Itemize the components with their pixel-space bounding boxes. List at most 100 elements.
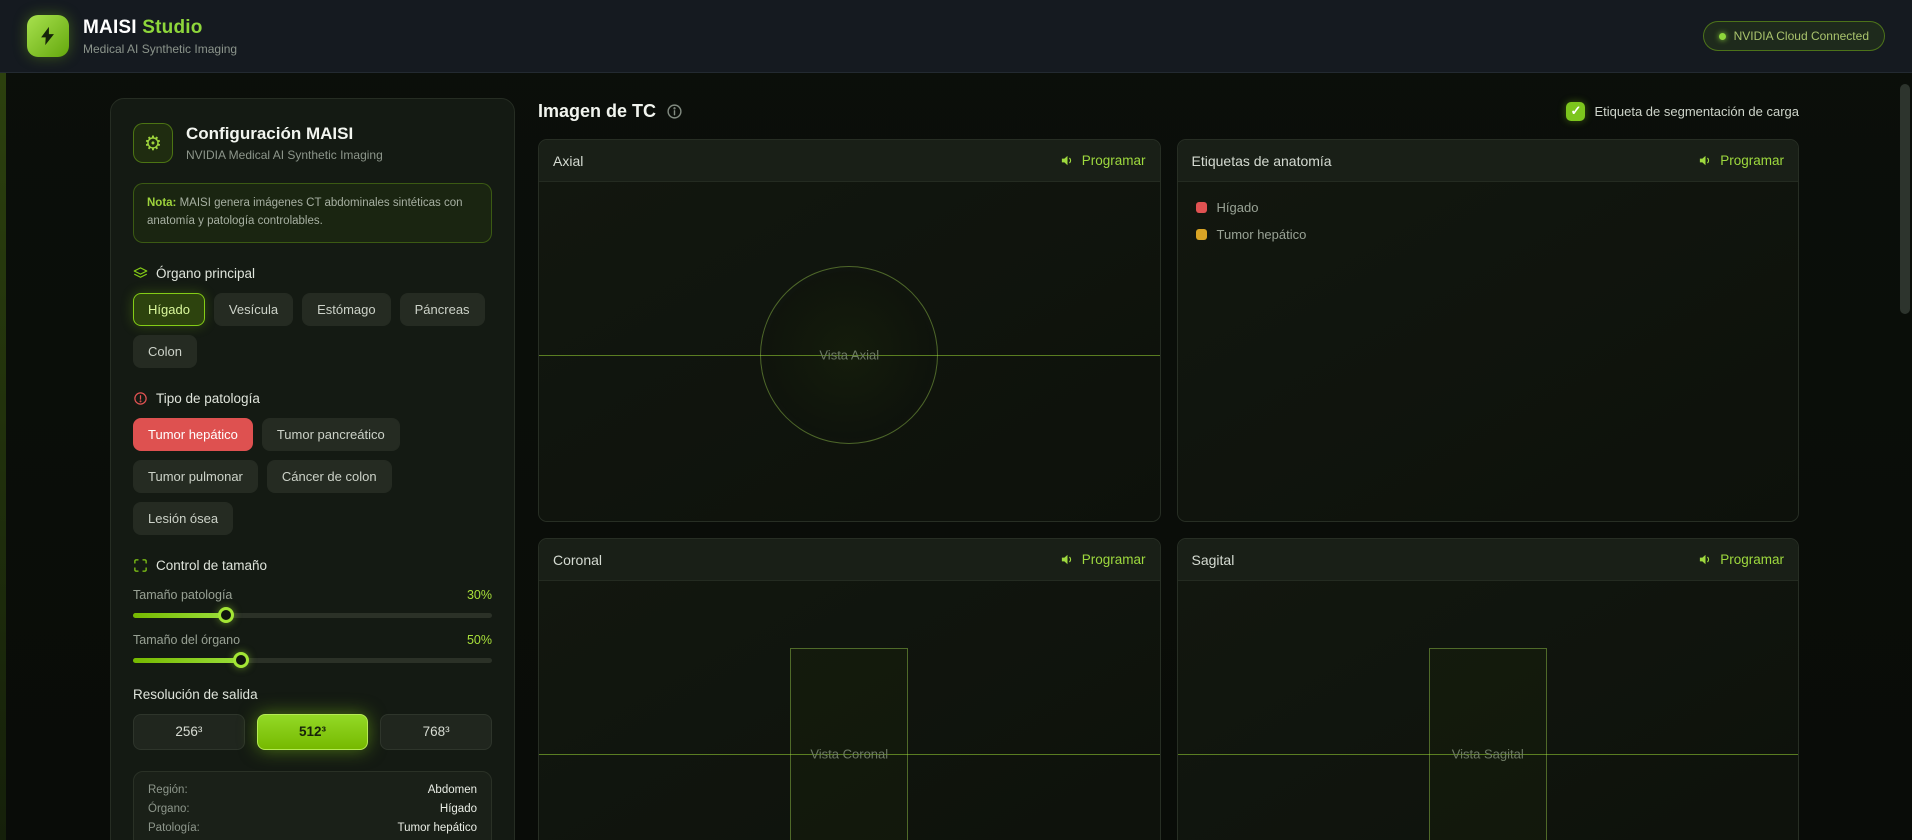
organ-chip-estomago[interactable]: Estómago — [302, 292, 391, 326]
axial-program-button[interactable]: Programar — [1060, 153, 1146, 168]
anatomy-labels-panel-header: Etiquetas de anatomía Programar — [1177, 140, 1798, 182]
bolt-icon — [41, 26, 54, 46]
summary-row-organ: Órgano: Hígado — [148, 803, 477, 815]
pathology-chip-tumor-pulmonar[interactable]: Tumor pulmonar — [133, 459, 258, 493]
pathology-section-label: Tipo de patología — [133, 391, 492, 406]
legend-swatch-liver — [1195, 202, 1207, 213]
organ-chip-colon[interactable]: Colon — [133, 334, 197, 368]
legend-label: Hígado — [1216, 200, 1259, 215]
resize-icon — [134, 558, 147, 572]
gear-icon: ⚙ — [133, 123, 173, 163]
organ-section-label: Órgano principal — [133, 266, 492, 281]
organ-chip-higado[interactable]: Hígado — [133, 292, 205, 326]
organ-size-control: Tamaño del órgano 50% — [133, 632, 492, 669]
anatomy-labels-viewport: Hígado Tumor hepático — [1177, 182, 1799, 521]
legend-item-liver: Hígado — [1195, 200, 1781, 215]
axial-viewport: Vista Axial — [539, 182, 1160, 521]
note-box: Nota: MAISI genera imágenes CT abdominal… — [133, 183, 492, 243]
organ-size-label: Tamaño del órgano — [133, 632, 241, 647]
status-dot-icon — [1718, 32, 1726, 40]
segmentation-toggle-group: ✓ Etiqueta de segmentación de carga — [1566, 101, 1799, 121]
segmentation-checkbox-label: Etiqueta de segmentación de carga — [1594, 103, 1799, 119]
speaker-icon — [1061, 554, 1071, 565]
resolution-section-label: Resolución de salida — [133, 686, 258, 702]
sagittal-program-button[interactable]: Programar — [1698, 552, 1784, 567]
summary-label: Patología: — [148, 821, 200, 834]
segmentation-checkbox[interactable]: ✓ — [1566, 101, 1586, 121]
resolution-options: 256³ 512³ 768³ — [133, 713, 493, 750]
coronal-panel: Coronal Programar Vista Coronal — [538, 538, 1161, 840]
slider-thumb[interactable] — [232, 652, 249, 669]
axial-panel-header: Axial Programar — [539, 140, 1160, 182]
resolution-256-button[interactable]: 256³ — [133, 713, 245, 750]
pathology-size-slider[interactable] — [133, 607, 492, 624]
resolution-512-button[interactable]: 512³ — [256, 713, 369, 750]
main-header-row: Imagen de TC ✓ Etiqueta de segmentación … — [538, 98, 1799, 124]
scrollbar[interactable] — [1900, 84, 1910, 314]
pathology-options: Tumor hepático Tumor pancreático Tumor p… — [133, 417, 492, 535]
organ-chip-pancreas[interactable]: Páncreas — [399, 292, 485, 326]
note-label: Nota: — [147, 197, 177, 209]
organ-size-slider[interactable] — [133, 652, 492, 669]
brand-name: MAISI — [83, 16, 137, 38]
sagittal-panel-title: Sagital — [1191, 551, 1235, 568]
program-label: Programar — [1081, 153, 1146, 168]
axial-panel: Axial Programar Vista Axial — [538, 139, 1161, 522]
speaker-icon — [1061, 155, 1071, 166]
left-accent-strip — [0, 73, 6, 840]
note-text: MAISI genera imágenes CT abdominales sin… — [147, 197, 463, 227]
layers-icon — [133, 266, 148, 278]
speaker-icon — [1700, 554, 1710, 565]
pathology-size-value: 30% — [466, 587, 492, 602]
config-subtitle: NVIDIA Medical AI Synthetic Imaging — [186, 148, 383, 162]
config-title: Configuración MAISI — [186, 124, 354, 143]
size-section-title: Control de tamaño — [156, 557, 268, 573]
axial-placeholder-label: Vista Axial — [819, 347, 880, 363]
coronal-panel-title: Coronal — [553, 551, 603, 568]
anatomy-legend: Hígado Tumor hepático — [1178, 182, 1799, 260]
summary-row-region: Región: Abdomen — [148, 784, 477, 796]
status-badge-text: NVIDIA Cloud Connected — [1733, 29, 1869, 43]
axial-panel-title: Axial — [553, 152, 584, 169]
app-logo — [27, 15, 69, 57]
app-root: MAISI Studio Medical AI Synthetic Imagin… — [0, 0, 1912, 840]
cloud-status-badge: NVIDIA Cloud Connected — [1702, 21, 1885, 51]
config-panel: ⚙ Configuración MAISI NVIDIA Medical AI … — [110, 98, 515, 840]
sagittal-panel: Sagital Programar Vista Sagital — [1176, 538, 1799, 840]
summary-value: Abdomen — [427, 783, 477, 796]
size-section-label: Control de tamaño — [133, 558, 492, 573]
organ-chip-vesicula[interactable]: Vesícula — [213, 292, 294, 326]
program-label: Programar — [1720, 552, 1784, 567]
coronal-viewport: Vista Coronal — [539, 581, 1160, 840]
summary-row-pathology: Patología: Tumor hepático — [148, 822, 477, 834]
coronal-program-button[interactable]: Programar — [1060, 552, 1146, 567]
main-content: Imagen de TC ✓ Etiqueta de segmentación … — [538, 98, 1799, 840]
summary-value: Hígado — [439, 802, 477, 815]
pathology-chip-cancer-colon[interactable]: Cáncer de colon — [266, 459, 392, 493]
summary-value: Tumor hepático — [397, 821, 477, 834]
summary-label: Región: — [148, 783, 188, 796]
brand-accent: Studio — [142, 16, 203, 38]
anatomy-labels-panel-title: Etiquetas de anatomía — [1191, 152, 1332, 169]
pathology-chip-tumor-pancreatico[interactable]: Tumor pancreático — [261, 417, 400, 451]
organ-options: Hígado Vesícula Estómago Páncreas Colon — [133, 292, 492, 368]
legend-item-tumor: Tumor hepático — [1195, 227, 1781, 242]
brand: MAISI Studio Medical AI Synthetic Imagin… — [83, 17, 237, 56]
pathology-chip-tumor-hepatico[interactable]: Tumor hepático — [133, 417, 253, 451]
slider-fill — [133, 612, 227, 618]
sagittal-placeholder-label: Vista Sagital — [1451, 746, 1524, 762]
pathology-chip-lesion-osea[interactable]: Lesión ósea — [133, 501, 234, 535]
info-icon[interactable] — [666, 103, 683, 120]
anatomy-labels-program-button[interactable]: Programar — [1698, 153, 1784, 168]
sagittal-panel-header: Sagital Programar — [1177, 539, 1798, 581]
coronal-placeholder-label: Vista Coronal — [810, 746, 889, 762]
check-icon: ✓ — [1570, 103, 1582, 118]
organ-size-value: 50% — [466, 632, 492, 647]
sagittal-placeholder-rect — [1428, 647, 1547, 840]
anatomy-labels-panel: Etiquetas de anatomía Programar Hígado T… — [1176, 139, 1799, 522]
alert-circle-icon — [134, 391, 147, 405]
slider-thumb[interactable] — [218, 607, 235, 624]
organ-section-title: Órgano principal — [156, 265, 256, 281]
resolution-768-button[interactable]: 768³ — [380, 713, 493, 750]
legend-swatch-tumor — [1195, 229, 1207, 240]
